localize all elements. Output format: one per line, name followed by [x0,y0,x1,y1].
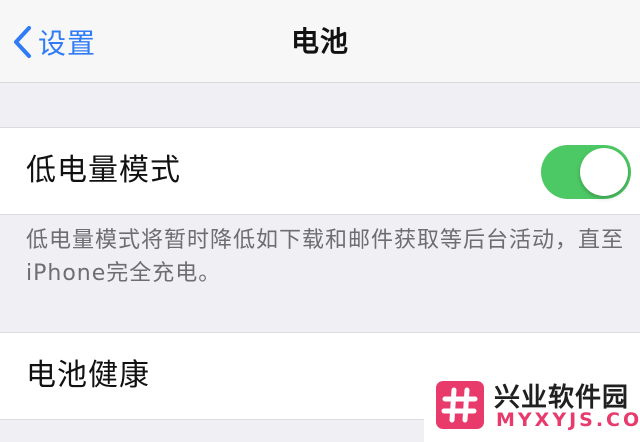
page-title: 电池 [290,25,349,58]
toggle-knob [580,148,628,196]
navigation-bar: 设置 电池 [0,0,640,83]
low-power-mode-description: 低电量模式将暂时降低如下载和邮件获取等后台活动，直至iPhone完全充电。 [26,228,625,286]
watermark: 兴业软件园 MYXYJS.COM [424,368,640,442]
low-power-mode-row: 低电量模式 [0,127,640,215]
battery-health-label: 电池健康 [26,358,150,393]
low-power-mode-toggle[interactable] [541,145,631,199]
low-power-mode-label: 低电量模式 [26,153,181,188]
watermark-domain: MYXYJS.COM [496,409,640,431]
hash-logo-icon [436,381,484,429]
